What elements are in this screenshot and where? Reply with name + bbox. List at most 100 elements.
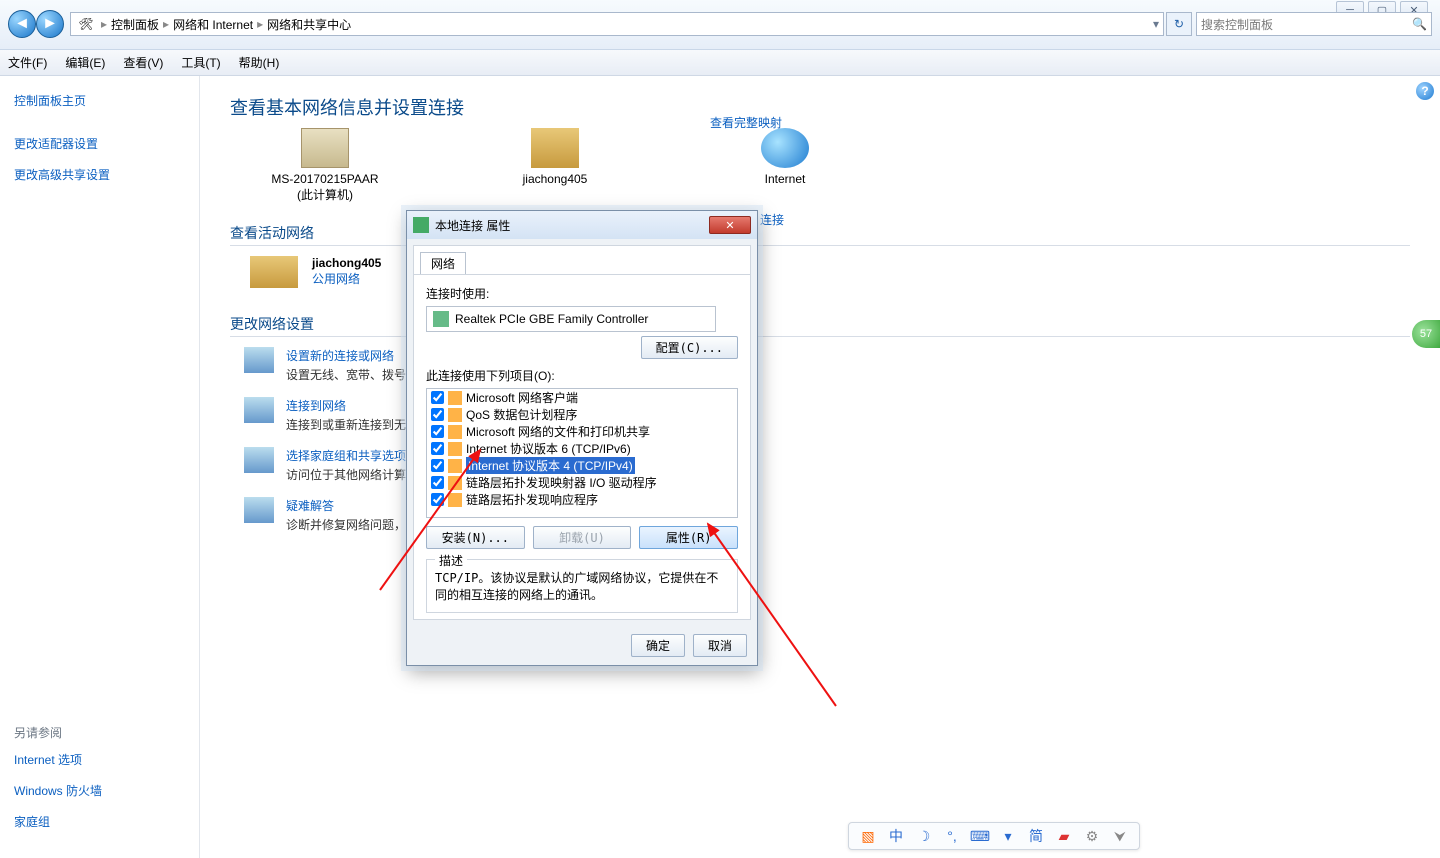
task-icon [244,447,274,473]
ime-tray[interactable]: ▧ 中 ☽ °, ⌨ ▾ 简 ▰ ⚙ ⮟ [848,822,1140,850]
sidebar-home[interactable]: 控制面板主页 [14,92,185,109]
tray-lang-zh[interactable]: 中 [887,827,905,845]
explorer-chrome: ─ ▢ ✕ ◄ ► 🛠 ▸ 控制面板 ▸ 网络和 Internet ▸ 网络和共… [0,0,1440,50]
menu-edit[interactable]: 编辑(E) [65,54,105,71]
pc-icon [301,128,349,168]
protocol-item[interactable]: 链路层拓扑发现响应程序 [427,491,737,508]
task-title[interactable]: 连接到网络 [286,397,406,414]
content-pane: ? 查看基本网络信息并设置连接 MS-20170215PAAR (此计算机) j… [200,76,1440,858]
task-icon [244,497,274,523]
address-bar[interactable]: 🛠 ▸ 控制面板 ▸ 网络和 Internet ▸ 网络和共享中心 ▾ [70,12,1164,36]
protocol-label: QoS 数据包计划程序 [466,406,577,423]
back-button[interactable]: ◄ [8,10,36,38]
crumb-mid[interactable]: 网络和 Internet [173,16,253,33]
help-icon[interactable]: ? [1416,82,1434,100]
search-placeholder: 搜索控制面板 [1201,16,1273,33]
tray-keyboard-icon[interactable]: ⌨ [971,827,989,845]
tray-ime-icon[interactable]: ▧ [859,827,877,845]
task-desc: 诊断并修复网络问题， [286,516,406,533]
menu-help[interactable]: 帮助(H) [239,54,280,71]
network-map: MS-20170215PAAR (此计算机) jiachong405 Inter… [270,128,1410,203]
protocol-item[interactable]: QoS 数据包计划程序 [427,406,737,423]
item-checkbox[interactable] [431,391,444,404]
node-pc-label: MS-20170215PAAR [271,172,378,186]
task-title[interactable]: 设置新的连接或网络 [286,347,406,364]
search-box[interactable]: 搜索控制面板 🔍 [1196,12,1432,36]
protocol-item[interactable]: Microsoft 网络的文件和打印机共享 [427,423,737,440]
bench-icon [250,256,298,288]
cancel-button[interactable]: 取消 [693,634,747,657]
tray-dropdown-icon[interactable]: ▾ [999,827,1017,845]
menu-file[interactable]: 文件(F) [8,54,47,71]
connect-link[interactable]: 连接 [760,211,784,228]
menu-view[interactable]: 查看(V) [123,54,163,71]
menu-tools[interactable]: 工具(T) [181,54,220,71]
task-desc: 设置无线、宽带、拨号 [286,366,406,383]
sidebar-adapter-settings[interactable]: 更改适配器设置 [14,135,185,152]
protocol-icon [448,442,462,456]
protocol-icon [448,391,462,405]
adapter-icon [433,311,449,327]
forward-button[interactable]: ► [36,10,64,38]
protocol-item[interactable]: Microsoft 网络客户端 [427,389,737,406]
sidebar-see-also: 另请参阅 Internet 选项 Windows 防火墙 家庭组 [14,724,102,844]
description-group: 描述 TCP/IP。该协议是默认的广域网络协议，它提供在不同的相互连接的网络上的… [426,559,738,613]
protocol-label: Internet 协议版本 4 (TCP/IPv4) [466,457,635,474]
adapter-field[interactable]: Realtek PCIe GBE Family Controller [426,306,716,332]
task-desc: 访问位于其他网络计算 [286,466,406,483]
sidebar-advanced-sharing[interactable]: 更改高级共享设置 [14,166,185,183]
breadcrumb-separator: ▸ [257,17,263,31]
tray-expand-icon[interactable]: ⮟ [1111,827,1129,845]
protocol-item[interactable]: Internet 协议版本 4 (TCP/IPv4) [427,457,737,474]
tray-rec-icon[interactable]: ▰ [1055,827,1073,845]
control-panel-icon: 🛠 [78,16,94,32]
items-label: 此连接使用下列项目(O): [426,367,738,384]
task-title[interactable]: 疑难解答 [286,497,406,514]
active-network-type[interactable]: 公用网络 [312,270,381,287]
sidebar: 控制面板主页 更改适配器设置 更改高级共享设置 另请参阅 Internet 选项… [0,76,200,858]
configure-button[interactable]: 配置(C)... [641,336,738,359]
item-checkbox[interactable] [431,459,444,472]
dialog-footer: 确定 取消 [407,626,757,665]
protocol-label: 链路层拓扑发现映射器 I/O 驱动程序 [466,474,657,491]
dialog-close-button[interactable]: ✕ [709,216,751,234]
ok-button[interactable]: 确定 [631,634,685,657]
nav-buttons: ◄ ► [8,10,64,38]
protocol-item[interactable]: Internet 协议版本 6 (TCP/IPv6) [427,440,737,457]
side-badge[interactable]: 57 [1412,320,1440,348]
dialog-tabs: 网络 [414,246,750,275]
crumb-root[interactable]: 控制面板 [111,16,159,33]
install-button[interactable]: 安装(N)... [426,526,525,549]
dialog-icon [413,217,429,233]
tray-gear-icon[interactable]: ⚙ [1083,827,1101,845]
tray-simp-icon[interactable]: 简 [1027,827,1045,845]
task-icon [244,397,274,423]
tray-punct-icon[interactable]: °, [943,827,961,845]
address-dropdown-icon[interactable]: ▾ [1153,17,1159,31]
dialog-titlebar[interactable]: 本地连接 属性 ✕ [407,211,757,239]
item-checkbox[interactable] [431,425,444,438]
protocol-item[interactable]: 链路层拓扑发现映射器 I/O 驱动程序 [427,474,737,491]
node-internet: Internet [730,128,840,186]
items-listbox[interactable]: Microsoft 网络客户端 QoS 数据包计划程序 Microsoft 网络… [426,388,738,518]
breadcrumb-separator: ▸ [163,17,169,31]
description-label: 描述 [435,552,467,569]
see-also-firewall[interactable]: Windows 防火墙 [14,782,102,799]
uninstall-button[interactable]: 卸载(U) [533,526,632,549]
tray-moon-icon[interactable]: ☽ [915,827,933,845]
properties-button[interactable]: 属性(R) [639,526,738,549]
protocol-icon [448,459,462,473]
see-also-homegroup[interactable]: 家庭组 [14,813,102,830]
tab-network[interactable]: 网络 [420,252,466,274]
view-full-map-link[interactable]: 查看完整映射 [710,114,782,131]
protocol-label: 链路层拓扑发现响应程序 [466,491,598,508]
item-checkbox[interactable] [431,442,444,455]
item-checkbox[interactable] [431,408,444,421]
see-also-internet-options[interactable]: Internet 选项 [14,751,102,768]
refresh-button[interactable]: ↻ [1166,12,1192,36]
crumb-leaf[interactable]: 网络和共享中心 [267,16,351,33]
item-checkbox[interactable] [431,493,444,506]
menu-bar: 文件(F) 编辑(E) 查看(V) 工具(T) 帮助(H) [0,50,1440,76]
item-checkbox[interactable] [431,476,444,489]
task-title[interactable]: 选择家庭组和共享选项 [286,447,406,464]
